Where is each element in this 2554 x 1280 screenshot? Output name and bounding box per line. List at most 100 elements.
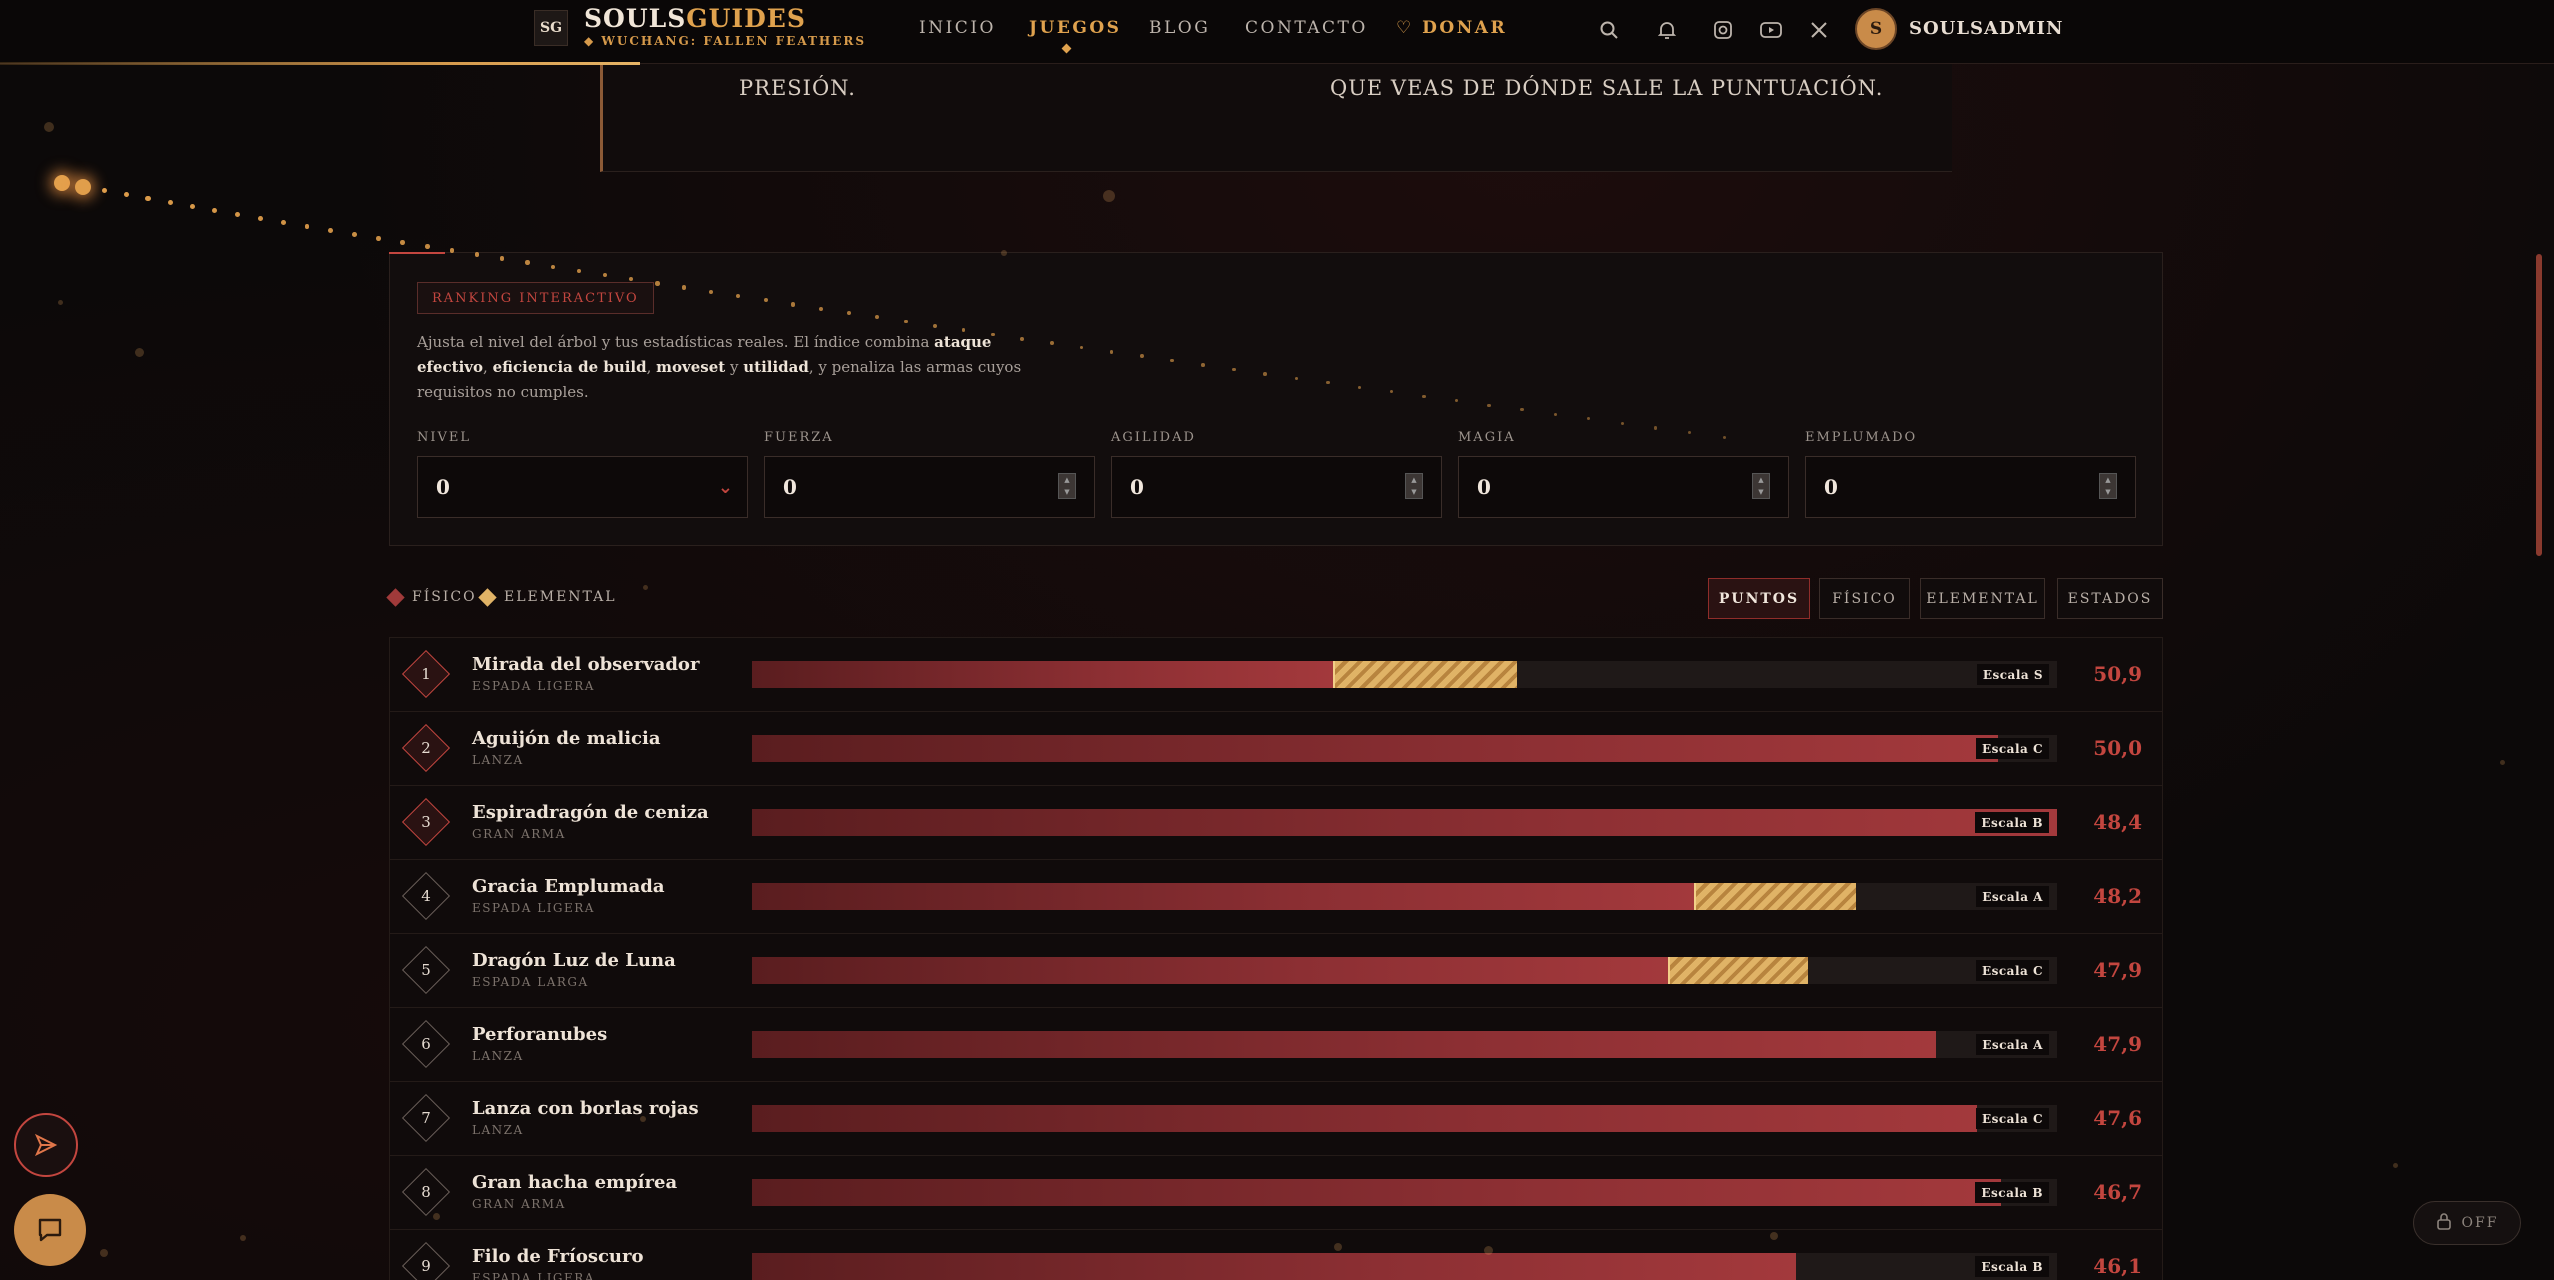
ember-dot: [189, 203, 195, 209]
scale-badge: Escala B: [1975, 1182, 2049, 1203]
rank-number: 4: [421, 887, 431, 905]
weapon-name[interactable]: Dragón Luz de Luna: [472, 950, 676, 971]
weapon-row[interactable]: 8 Gran hacha empírea GRAN ARMA Escala B 46,7: [390, 1156, 2162, 1230]
ember-dot: [54, 175, 70, 191]
instagram-icon[interactable]: [1709, 16, 1737, 44]
score-bar: Escala C: [752, 1105, 2057, 1132]
diamond-icon: [386, 587, 405, 607]
user-avatar[interactable]: S: [1855, 8, 1897, 50]
weapon-name[interactable]: Espiradragón de ceniza: [472, 802, 709, 823]
weapon-name[interactable]: Aguijón de malicia: [472, 728, 661, 749]
nav-blog[interactable]: BLOG: [1149, 18, 1210, 38]
username[interactable]: SOULSADMIN: [1909, 18, 2063, 39]
ember-dot: [1049, 341, 1054, 345]
emplumado-value: 0: [1824, 475, 1838, 499]
weapon-row[interactable]: 5 Dragón Luz de Luna ESPADA LARGA Escala C 4…: [390, 934, 2162, 1008]
weapon-name[interactable]: Gran hacha empírea: [472, 1172, 677, 1193]
x-icon[interactable]: [1805, 16, 1833, 44]
weapon-name[interactable]: Mirada del observador: [472, 654, 699, 675]
ember-dot: [791, 302, 796, 307]
ranking-badge: RANKING INTERACTIVO: [417, 282, 654, 314]
fuerza-input[interactable]: 0 ▲ ▼: [764, 456, 1095, 518]
physical-bar: [752, 1105, 1978, 1132]
ember-dot: [424, 244, 430, 249]
spark-dot: [100, 1249, 108, 1257]
weapon-row[interactable]: 7 Lanza con borlas rojas LANZA Escala C 47,6: [390, 1082, 2162, 1156]
ember-dot: [1487, 403, 1491, 407]
rank-number: 1: [421, 665, 431, 683]
weapon-score: 48,4: [2093, 810, 2142, 834]
ember-dot: [1232, 367, 1236, 372]
ember-dot: [499, 256, 505, 261]
stepper-icon[interactable]: ▲ ▼: [1752, 473, 1770, 499]
nav-contacto[interactable]: CONTACTO: [1245, 18, 1368, 38]
weapon-name[interactable]: Filo de Fríoscuro: [472, 1246, 644, 1267]
logo-mark[interactable]: SG: [534, 10, 568, 46]
weapon-row[interactable]: 9 Filo de Fríoscuro ESPADA LIGERA Escala B 4…: [390, 1230, 2162, 1280]
nav-juegos[interactable]: JUEGOS: [1029, 18, 1121, 38]
spark-dot: [135, 348, 144, 357]
tab-fisico[interactable]: FÍSICO: [1819, 578, 1910, 619]
nav-donar[interactable]: ♡ DONAR: [1396, 18, 1507, 38]
weapon-score: 50,0: [2093, 736, 2142, 760]
rank-number: 6: [421, 1035, 431, 1053]
physical-bar: [752, 735, 1999, 762]
ember-dot: [1294, 376, 1299, 381]
score-bar: Escala C: [752, 735, 2057, 762]
ember-dot: [167, 199, 173, 205]
label-magia: MAGIA: [1458, 430, 1516, 445]
weapon-name[interactable]: Perforanubes: [472, 1024, 607, 1045]
weapon-row[interactable]: 6 Perforanubes LANZA Escala A 47,9: [390, 1008, 2162, 1082]
send-icon[interactable]: [14, 1113, 78, 1177]
brand-title-b: GUIDES: [686, 4, 806, 33]
label-fuerza: FUERZA: [764, 430, 834, 445]
card-text-left: PRESIÓN.: [739, 76, 856, 100]
score-bar: Escala A: [752, 883, 2057, 910]
youtube-icon[interactable]: [1757, 16, 1785, 44]
rank-number: 2: [421, 739, 431, 757]
weapon-name[interactable]: Lanza con borlas rojas: [472, 1098, 699, 1119]
nav-inicio[interactable]: INICIO: [919, 18, 996, 38]
tab-puntos[interactable]: PUNTOS: [1708, 578, 1810, 619]
physical-bar: [752, 957, 1669, 984]
weapon-row[interactable]: 2 Aguijón de malicia LANZA Escala C 50,0: [390, 712, 2162, 786]
label-nivel: NIVEL: [417, 430, 472, 445]
lock-toggle[interactable]: OFF: [2413, 1201, 2521, 1245]
fuerza-value: 0: [783, 475, 797, 499]
weapon-score: 47,9: [2093, 1032, 2142, 1056]
desc-bold-3: moveset: [656, 358, 726, 376]
search-icon[interactable]: [1595, 16, 1623, 44]
label-emplumado: EMPLUMADO: [1805, 430, 1918, 445]
ember-dot: [1620, 421, 1624, 425]
weapon-row[interactable]: 3 Espiradragón de ceniza GRAN ARMA Escala B…: [390, 786, 2162, 860]
top-navbar: SG SOULSGUIDES ◆ WUCHANG: FALLEN FEATHER…: [0, 0, 2554, 64]
bell-icon[interactable]: [1653, 16, 1681, 44]
chat-icon[interactable]: [14, 1194, 86, 1266]
weapon-type: LANZA: [472, 1123, 524, 1137]
nivel-select[interactable]: 0 ⌄: [417, 456, 748, 518]
ember-dot: [328, 227, 333, 233]
weapon-score: 47,9: [2093, 958, 2142, 982]
tab-elemental[interactable]: ELEMENTAL: [1920, 578, 2045, 619]
emplumado-input[interactable]: 0 ▲ ▼: [1805, 456, 2136, 518]
agilidad-input[interactable]: 0 ▲ ▼: [1111, 456, 1442, 518]
stepper-icon[interactable]: ▲ ▼: [1405, 473, 1423, 499]
weapon-name[interactable]: Gracia Emplumada: [472, 876, 664, 897]
weapon-score: 46,1: [2093, 1254, 2142, 1278]
ember-dot: [212, 207, 218, 213]
score-bar: Escala B: [752, 809, 2057, 836]
weapon-row[interactable]: 1 Mirada del observador ESPADA LIGERA Escal…: [390, 638, 2162, 712]
stepper-icon[interactable]: ▲ ▼: [1058, 473, 1076, 499]
ember-dot: [1520, 408, 1524, 412]
weapon-row[interactable]: 4 Gracia Emplumada ESPADA LIGERA Escala A 48…: [390, 860, 2162, 934]
tab-estados[interactable]: ESTADOS: [2057, 578, 2163, 619]
spark-dot: [433, 1213, 440, 1220]
desc-bold-4: utilidad: [743, 358, 809, 376]
stepper-icon[interactable]: ▲ ▼: [2099, 473, 2117, 499]
ember-dot: [145, 196, 151, 202]
scrollbar-thumb[interactable]: [2536, 254, 2542, 556]
brand-title[interactable]: SOULSGUIDES: [584, 4, 806, 33]
elemental-bar: [1694, 883, 1857, 910]
scale-badge: Escala C: [1975, 1108, 2049, 1129]
magia-input[interactable]: 0 ▲ ▼: [1458, 456, 1789, 518]
